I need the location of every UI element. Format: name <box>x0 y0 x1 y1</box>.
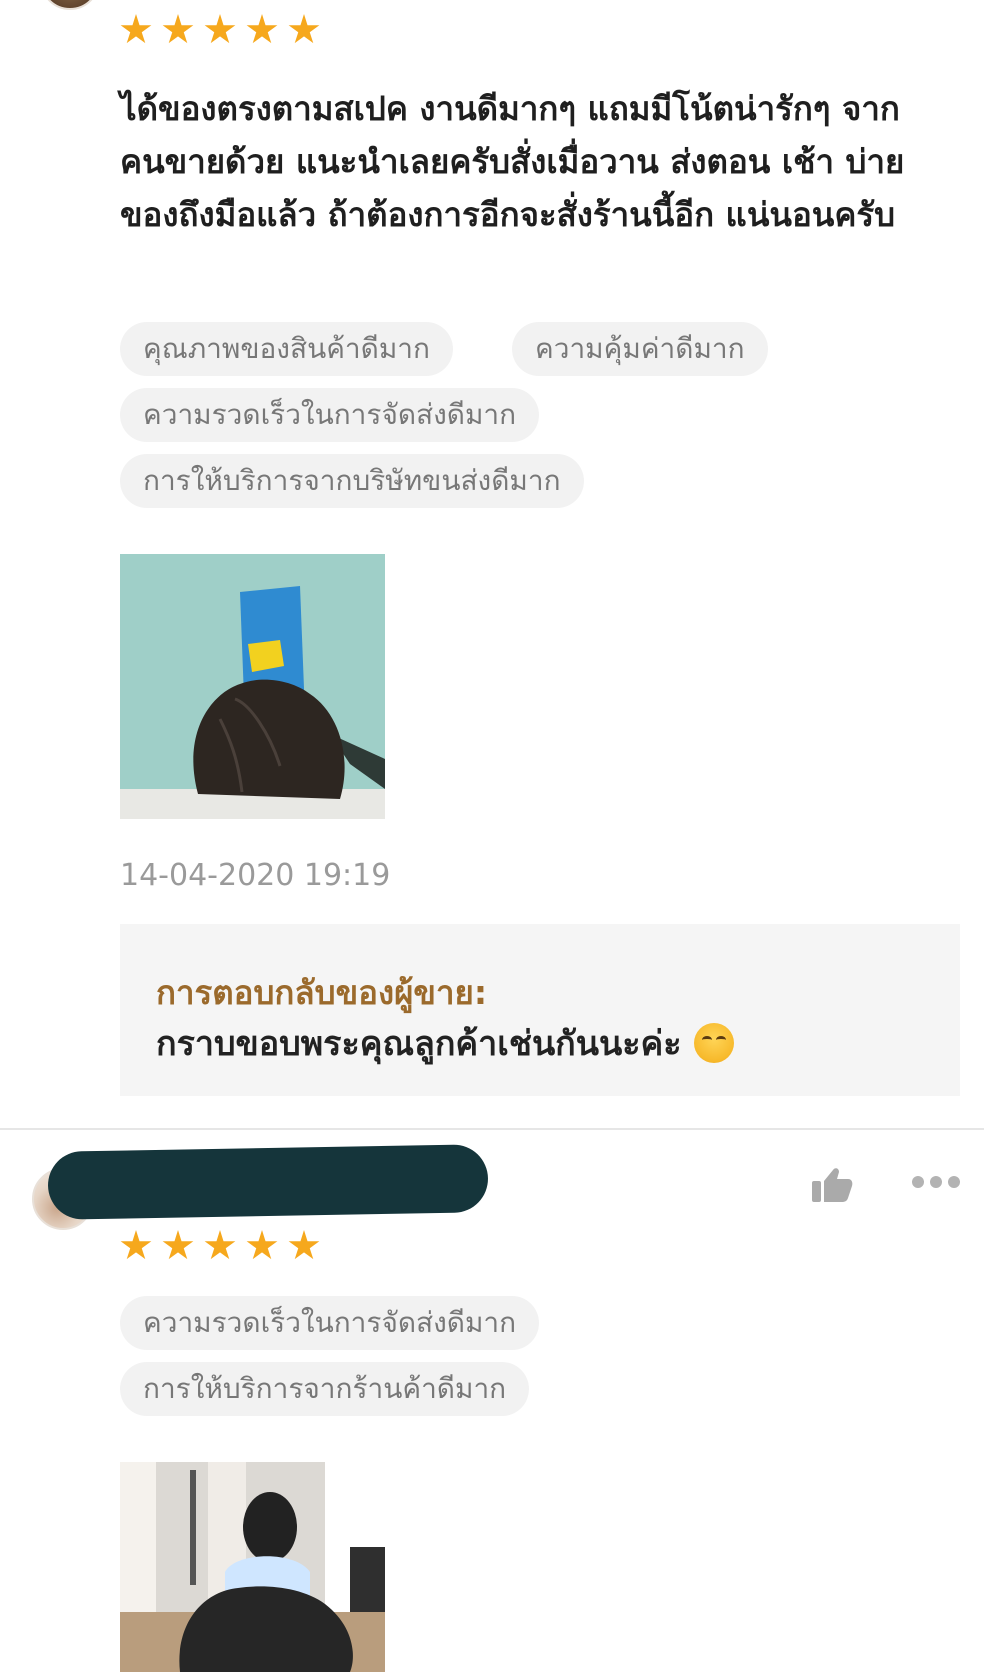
star-icon <box>162 1230 194 1260</box>
smiling-face-emoji <box>693 1023 734 1063</box>
thumbs-up-icon[interactable] <box>810 1164 854 1204</box>
seller-reply-title: การตอบกลับของผู้ขาย: <box>156 973 488 1012</box>
more-horizontal-icon[interactable] <box>912 1176 960 1190</box>
review-tag: คุณภาพของสินค้าดีมาก <box>120 322 453 376</box>
review-tag: ความรวดเร็วในการจัดส่งดีมาก <box>120 1296 540 1350</box>
rating-stars <box>120 1230 320 1270</box>
review-text: ได้ของตรงตามสเปค งานดีมากๆ แถมมีโน้ตน่าร… <box>120 89 905 234</box>
rating-stars <box>120 14 320 54</box>
dot <box>930 1176 942 1188</box>
reviewer-avatar[interactable] <box>40 0 100 10</box>
star-icon <box>120 1230 152 1260</box>
beanbag-photo-illustration <box>120 554 385 819</box>
seller-reply-text-row: กราบขอบพระคุณลูกค้าเช่นกันนะค่ะ <box>156 1016 734 1070</box>
star-icon <box>162 14 194 44</box>
review-tag: ความรวดเร็วในการจัดส่งดีมาก <box>120 388 540 442</box>
redacted-username <box>47 1144 489 1220</box>
star-icon <box>288 14 320 44</box>
star-icon <box>246 1230 278 1260</box>
review-divider <box>0 1128 984 1130</box>
star-icon <box>288 1230 320 1260</box>
seller-reply-text: กราบขอบพระคุณลูกค้าเช่นกันนะค่ะ <box>156 1024 682 1064</box>
review-photo[interactable] <box>120 1462 385 1672</box>
star-icon <box>246 14 278 44</box>
review-photo[interactable] <box>120 554 385 819</box>
star-icon <box>204 1230 236 1260</box>
review-tag: การให้บริการจากบริษัทขนส่งดีมาก <box>120 454 584 508</box>
star-icon <box>120 14 152 44</box>
dot <box>948 1176 960 1188</box>
person-on-beanbag-photo-illustration <box>120 1462 385 1672</box>
dot <box>912 1176 924 1188</box>
review-timestamp: 14-04-2020 19:19 <box>120 858 391 893</box>
review-tag: การให้บริการจากร้านค้าดีมาก <box>120 1362 530 1416</box>
review-tag: ความคุ้มค่าดีมาก <box>512 322 768 376</box>
star-icon <box>204 14 236 44</box>
